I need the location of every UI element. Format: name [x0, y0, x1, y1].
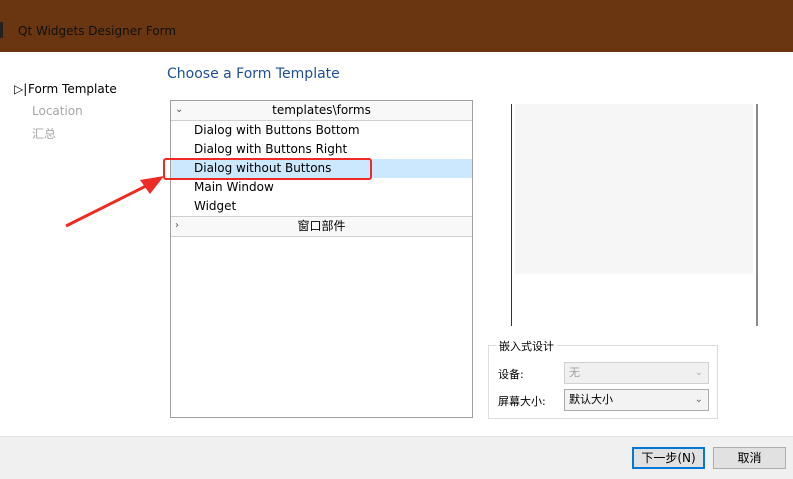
- cancel-button[interactable]: 取消: [713, 447, 786, 469]
- form-preview-canvas: [515, 104, 753, 274]
- embedded-design-title: 嵌入式设计: [496, 338, 557, 354]
- form-preview: [511, 104, 758, 326]
- device-label: 设备:: [498, 368, 524, 381]
- screen-size-value: 默认大小: [569, 393, 613, 406]
- next-button[interactable]: 下一步(N): [632, 447, 705, 469]
- chevron-down-icon: ⌄: [694, 394, 703, 405]
- screen-size-label: 屏幕大小:: [498, 395, 546, 408]
- button-bar: 下一步(N) 取消: [0, 436, 793, 479]
- screen-size-select[interactable]: 默认大小 ⌄: [564, 389, 709, 411]
- device-select: 无 ⌄: [564, 362, 709, 384]
- chevron-down-icon: ⌄: [694, 367, 703, 378]
- device-value: 无: [569, 366, 580, 379]
